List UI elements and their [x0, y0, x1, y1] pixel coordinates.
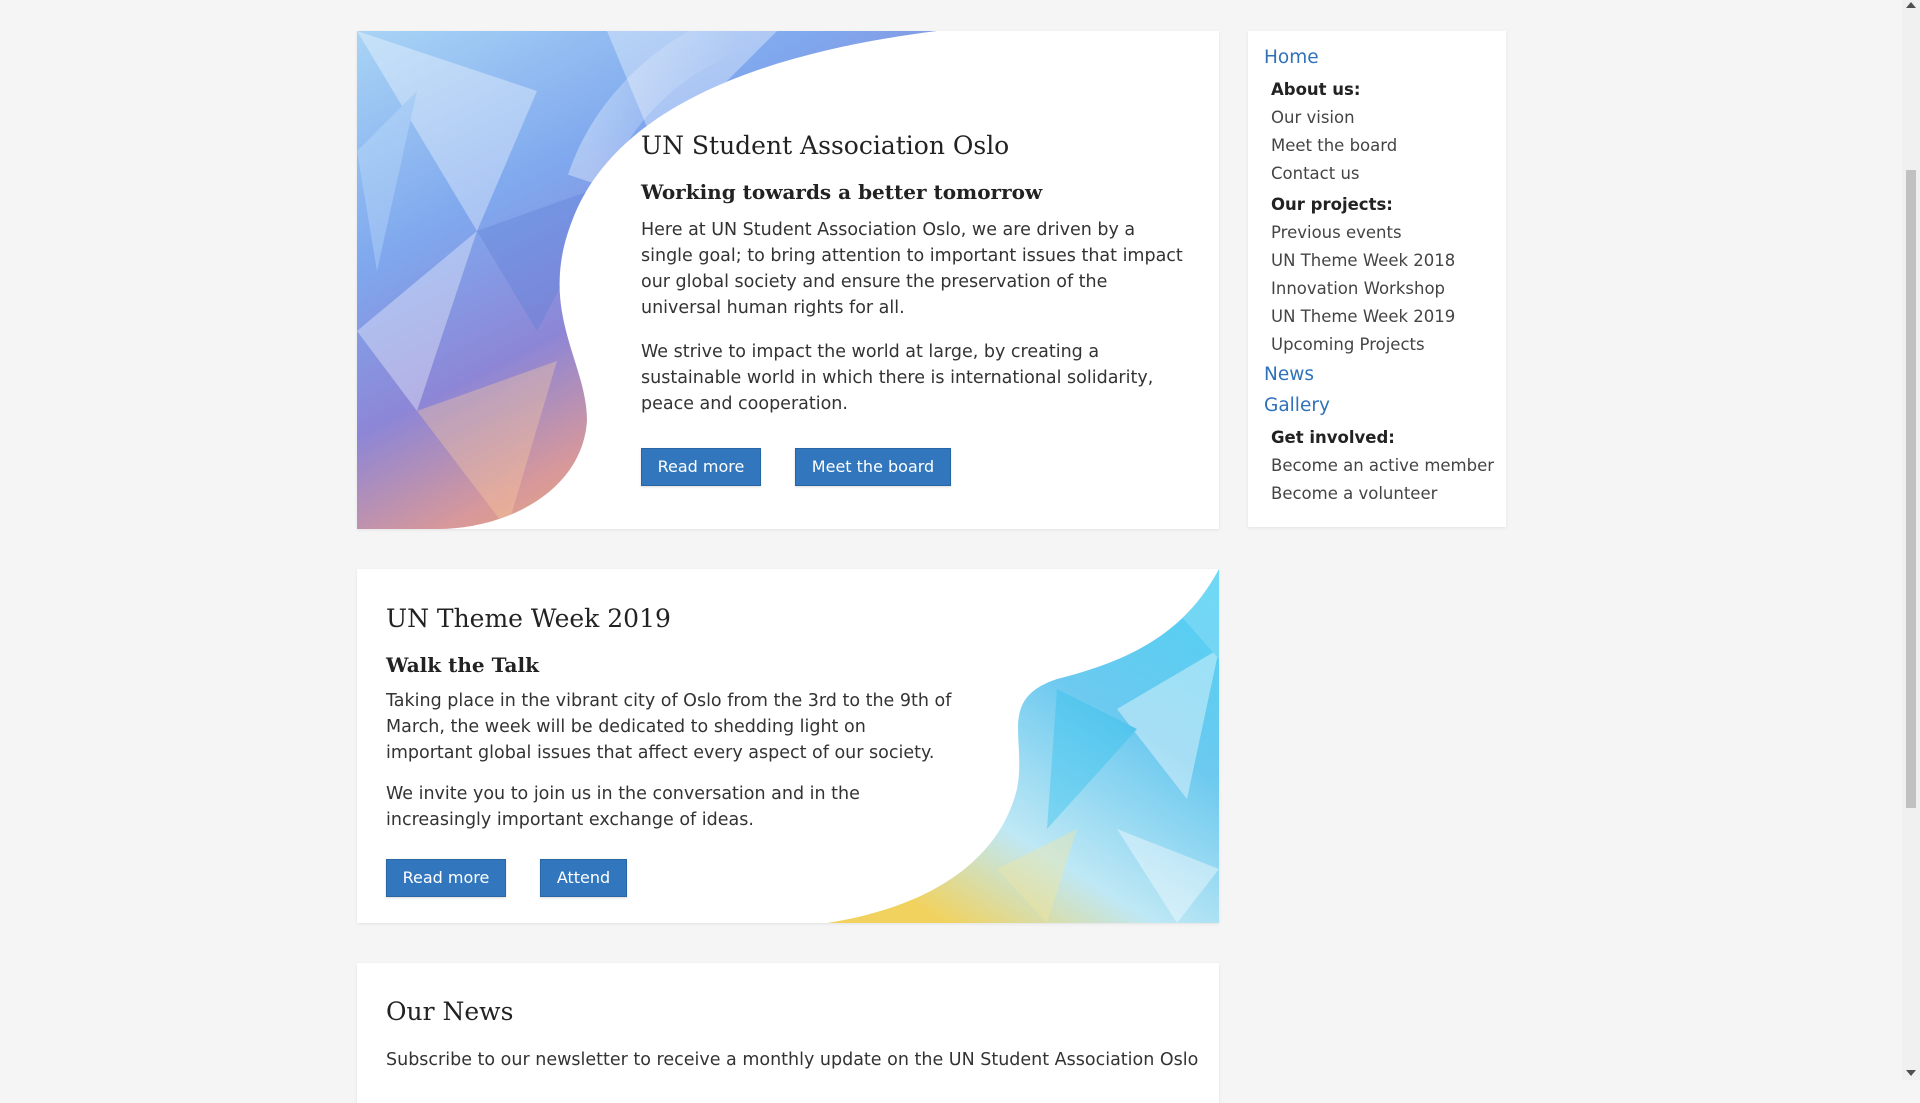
- sidebar-item-theme-week-2018[interactable]: UN Theme Week 2018: [1271, 251, 1455, 270]
- sidebar-item-active-member[interactable]: Become an active member: [1271, 456, 1494, 475]
- hero-title: UN Student Association Oslo: [641, 131, 1010, 160]
- sidebar-item-volunteer[interactable]: Become a volunteer: [1271, 484, 1437, 503]
- sidebar-item-gallery[interactable]: Gallery: [1264, 395, 1330, 416]
- hero-card: UN Student Association Oslo Working towa…: [357, 31, 1219, 529]
- sidebar-item-home[interactable]: Home: [1264, 47, 1319, 68]
- theme-week-card: UN Theme Week 2019 Walk the Talk Taking …: [357, 569, 1219, 923]
- sidebar-item-previous-events[interactable]: Previous events: [1271, 223, 1402, 242]
- scroll-down-arrow-icon[interactable]: [1906, 1070, 1916, 1076]
- news-text: Subscribe to our newsletter to receive a…: [386, 1050, 1199, 1070]
- theme-week-title: UN Theme Week 2019: [386, 604, 671, 633]
- sidebar-item-contact-us[interactable]: Contact us: [1271, 164, 1360, 183]
- theme-week-read-more-button[interactable]: Read more: [386, 859, 506, 897]
- hero-subtitle: Working towards a better tomorrow: [641, 180, 1043, 204]
- theme-week-paragraph-2: We invite you to join us in the conversa…: [386, 784, 860, 830]
- sidebar-heading-projects: Our projects:: [1271, 195, 1393, 214]
- hero-read-more-button[interactable]: Read more: [641, 448, 761, 486]
- theme-week-paragraph-1: Taking place in the vibrant city of Oslo…: [386, 691, 952, 763]
- scrollbar-thumb[interactable]: [1906, 170, 1916, 808]
- news-card: Our News Subscribe to our newsletter to …: [357, 963, 1219, 1103]
- sidebar-item-innovation-workshop[interactable]: Innovation Workshop: [1271, 279, 1445, 298]
- news-title: Our News: [386, 997, 514, 1026]
- sidebar-item-meet-the-board[interactable]: Meet the board: [1271, 136, 1397, 155]
- page-scrollbar[interactable]: [1902, 0, 1920, 1080]
- sidebar-item-our-vision[interactable]: Our vision: [1271, 108, 1355, 127]
- scroll-up-arrow-icon[interactable]: [1906, 2, 1916, 8]
- hero-paragraph-2: We strive to impact the world at large, …: [641, 342, 1154, 414]
- hero-paragraph-1: Here at UN Student Association Oslo, we …: [641, 220, 1183, 318]
- sidebar-item-upcoming-projects[interactable]: Upcoming Projects: [1271, 335, 1425, 354]
- sidebar-item-theme-week-2019[interactable]: UN Theme Week 2019: [1271, 307, 1455, 326]
- sidebar-heading-about: About us:: [1271, 80, 1361, 99]
- sidebar-item-news[interactable]: News: [1264, 364, 1314, 385]
- hero-meet-board-button[interactable]: Meet the board: [795, 448, 951, 486]
- sidebar-heading-get-involved: Get involved:: [1271, 428, 1395, 447]
- attend-button[interactable]: Attend: [540, 859, 627, 897]
- sidebar: Home About us: Our vision Meet the board…: [1248, 31, 1506, 527]
- theme-week-subtitle: Walk the Talk: [386, 653, 539, 677]
